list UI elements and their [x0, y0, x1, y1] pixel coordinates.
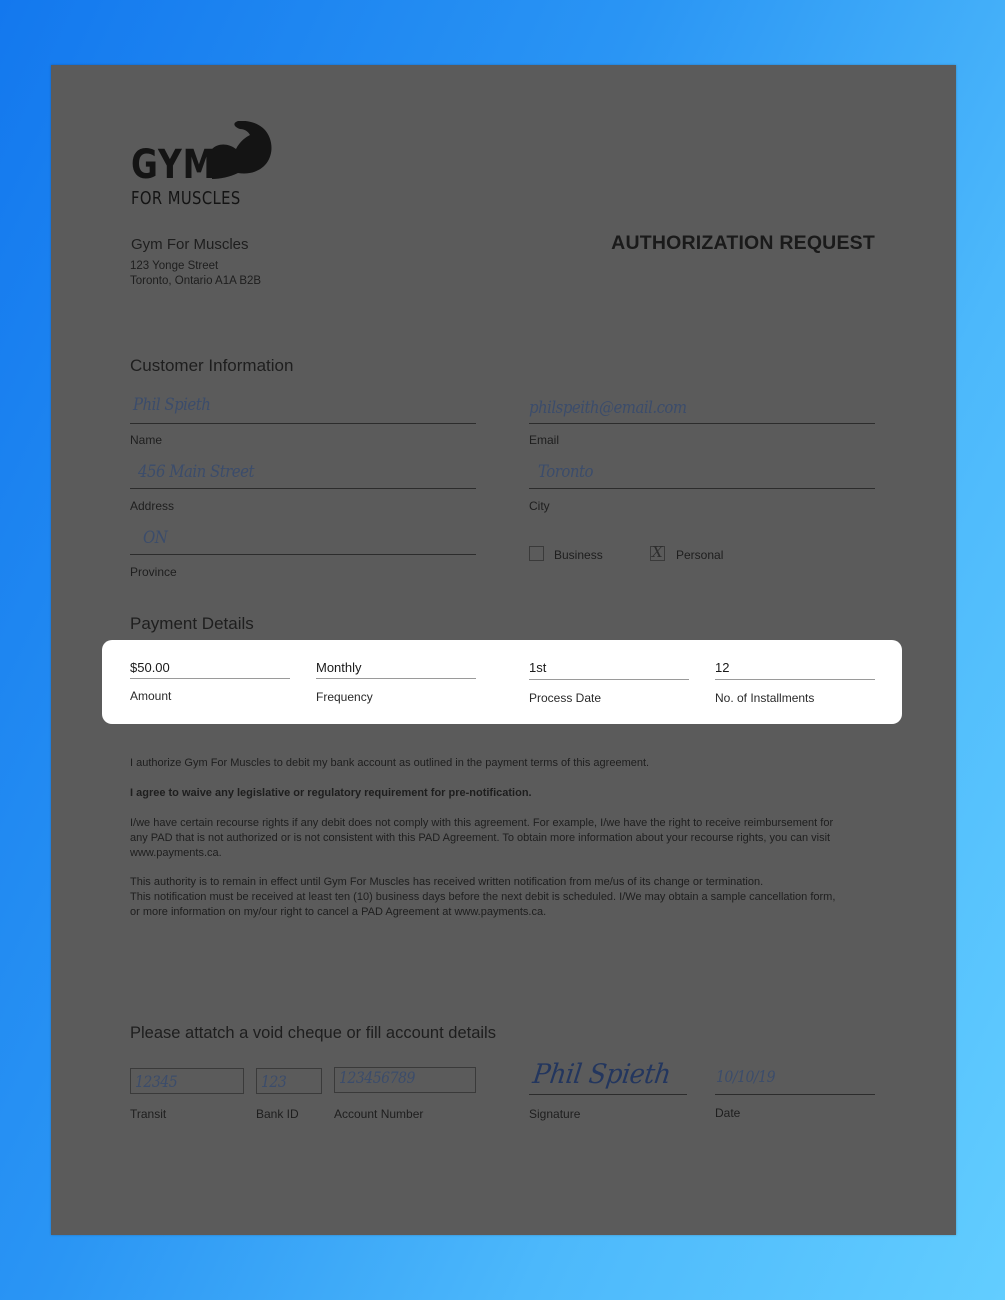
- account-number-field[interactable]: 123456789: [334, 1067, 476, 1093]
- signature-value: Phil Spieth: [531, 1059, 673, 1090]
- account-number-value: 123456789: [339, 1068, 415, 1087]
- email-label: Email: [529, 433, 560, 447]
- amount-label: Amount: [130, 689, 172, 703]
- city-label: City: [529, 499, 550, 513]
- amount-field[interactable]: $50.00: [130, 658, 290, 680]
- frequency-field[interactable]: Monthly: [316, 658, 476, 680]
- frequency-value: Monthly: [316, 660, 362, 675]
- payment-details-card: $50.00 Amount Monthly Frequency 1st Proc…: [102, 640, 902, 724]
- logo-subtitle: FOR MUSCLES: [131, 188, 241, 209]
- bank-id-value: 123: [261, 1072, 287, 1091]
- province-field[interactable]: ON: [130, 521, 476, 555]
- frequency-label: Frequency: [316, 690, 373, 704]
- transit-field[interactable]: 12345: [130, 1068, 244, 1094]
- installments-field[interactable]: 12: [715, 658, 875, 681]
- terms-paragraph-authority: This authority is to remain in effect un…: [130, 875, 880, 920]
- address-underline: [130, 488, 476, 489]
- address-field[interactable]: 456 Main Street: [130, 455, 476, 489]
- customer-info-heading: Customer Information: [130, 356, 294, 375]
- address-line-2: Toronto, Ontario A1A B2B: [130, 274, 262, 287]
- email-field[interactable]: philspeith@email.com: [529, 390, 875, 424]
- address-label: Address: [130, 499, 175, 513]
- name-value: Phil Spieth: [133, 395, 211, 415]
- recourse-link[interactable]: www.payments.ca.: [130, 846, 880, 861]
- process-date-label: Process Date: [529, 691, 602, 705]
- installments-underline: [715, 679, 875, 680]
- process-date-field[interactable]: 1st: [529, 658, 689, 681]
- recourse-line-1: I/we have certain recourse rights if any…: [130, 817, 834, 829]
- date-value: 10/10/19: [716, 1067, 776, 1086]
- terms-paragraph-waive: I agree to waive any legislative or regu…: [130, 787, 532, 799]
- city-field[interactable]: Toronto: [529, 455, 875, 489]
- signature-label: Signature: [529, 1107, 581, 1121]
- flexed-arm-icon: [212, 121, 272, 179]
- city-value: Toronto: [538, 462, 593, 482]
- terms-paragraph-authorize: I authorize Gym For Muscles to debit my …: [130, 757, 650, 769]
- account-details-heading: Please attatch a void cheque or fill acc…: [130, 1024, 496, 1042]
- document-title: AUTHORIZATION REQUEST: [611, 232, 875, 254]
- payment-details-heading: Payment Details: [130, 614, 254, 633]
- authority-line-2: This notification must be received at le…: [130, 891, 836, 903]
- business-checkbox[interactable]: [529, 546, 544, 561]
- company-address: 123 Yonge Street Toronto, Ontario A1A B2…: [130, 259, 261, 288]
- process-date-underline: [529, 679, 689, 680]
- date-field[interactable]: 10/10/19: [715, 1060, 875, 1095]
- recourse-line-2: any PAD that is not authorized or is not…: [130, 832, 831, 844]
- signature-field[interactable]: Phil Spieth: [529, 1055, 687, 1095]
- email-underline: [529, 423, 875, 424]
- terms-paragraph-recourse: I/we have certain recourse rights if any…: [130, 816, 880, 861]
- transit-value: 12345: [135, 1072, 178, 1091]
- logo-wordmark: GYM: [131, 142, 217, 188]
- personal-label: Personal: [676, 548, 724, 562]
- city-underline: [529, 488, 875, 489]
- process-date-value: 1st: [529, 660, 547, 675]
- date-underline: [715, 1094, 875, 1095]
- installments-value: 12: [715, 660, 730, 675]
- name-label: Name: [130, 433, 163, 447]
- province-label: Province: [130, 565, 177, 579]
- email-value: philspeith@email.com: [529, 398, 687, 418]
- amount-value: $50.00: [130, 660, 170, 675]
- bank-id-field[interactable]: 123: [256, 1068, 322, 1094]
- personal-checkbox[interactable]: X: [650, 543, 665, 561]
- date-label: Date: [715, 1106, 741, 1120]
- installments-label: No. of Installments: [715, 691, 815, 705]
- business-label: Business: [554, 548, 603, 562]
- checkbox-x-mark: X: [652, 543, 663, 561]
- frequency-underline: [316, 678, 476, 679]
- transit-label: Transit: [130, 1107, 167, 1121]
- province-value: ON: [143, 528, 168, 548]
- authority-line-3: or more information on my/our right to c…: [130, 906, 547, 918]
- address-value: 456 Main Street: [138, 462, 254, 482]
- province-underline: [130, 554, 476, 555]
- address-line-1: 123 Yonge Street: [130, 260, 219, 272]
- authority-line-1: This authority is to remain in effect un…: [130, 876, 764, 888]
- account-number-label: Account Number: [334, 1107, 424, 1121]
- company-name: Gym For Muscles: [131, 236, 249, 253]
- authorization-form-page: GYM FOR MUSCLES Gym For Muscles 123 Yong…: [51, 65, 956, 1235]
- bank-id-label: Bank ID: [256, 1107, 299, 1121]
- amount-underline: [130, 678, 290, 679]
- name-underline: [130, 423, 476, 424]
- signature-underline: [529, 1094, 687, 1095]
- name-field[interactable]: Phil Spieth: [130, 390, 476, 424]
